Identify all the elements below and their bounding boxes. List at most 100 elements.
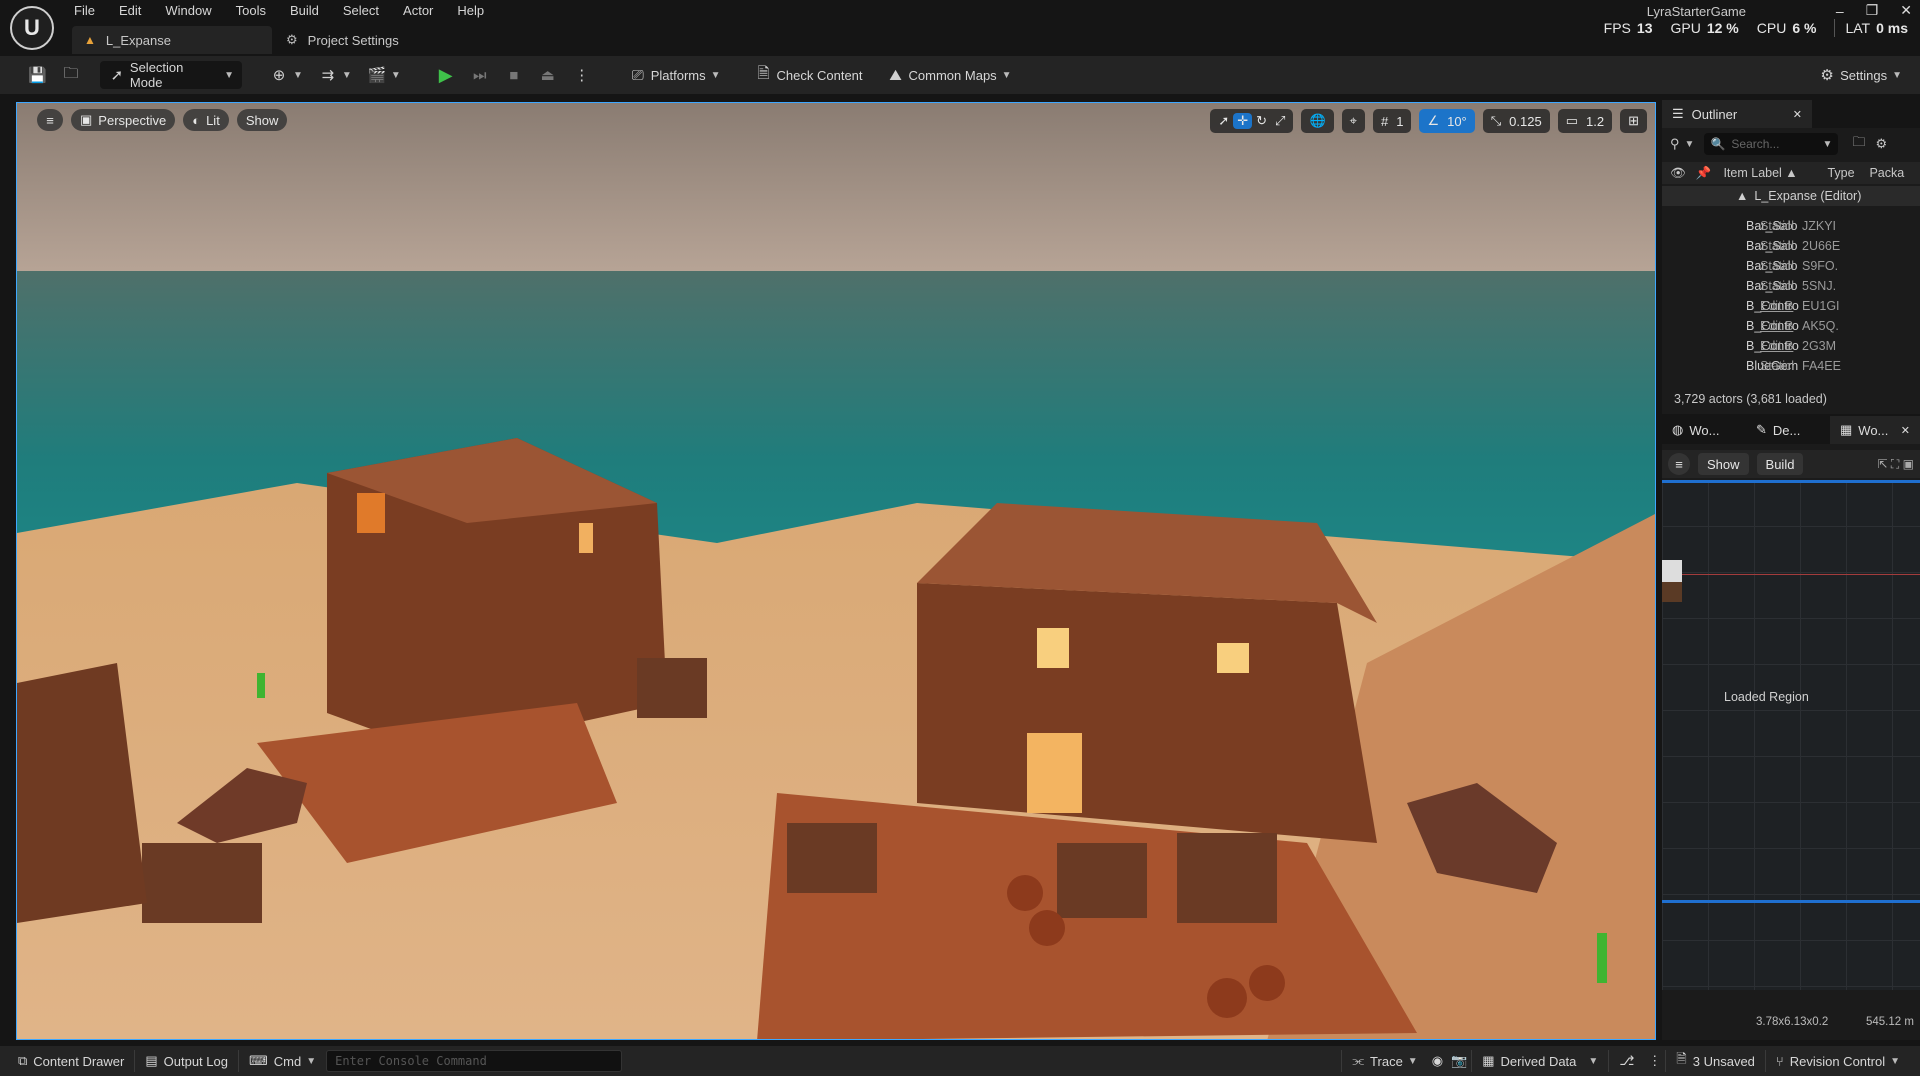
outliner-root-row[interactable]: ▲ L_Expanse (Editor) — [1662, 186, 1920, 206]
menu-select[interactable]: Select — [343, 0, 379, 22]
camera-speed[interactable]: ▭ 1.2 — [1557, 109, 1613, 133]
grid-snap[interactable]: #1 — [1372, 109, 1412, 133]
cmd-dropdown[interactable]: ⌨ Cmd ▼ — [239, 1046, 326, 1076]
source-control-button[interactable]: ⎇ — [1609, 1046, 1644, 1076]
chevron-down-icon[interactable]: ▼ — [1685, 139, 1695, 150]
level-tab[interactable]: ▲ L_Expanse — [72, 26, 272, 54]
tab-details[interactable]: ✎ De... — [1746, 416, 1830, 444]
wp-show-button[interactable]: Show — [1698, 453, 1749, 475]
level-viewport[interactable]: ≡ ▣ Perspective ◐ Lit Show ➚ ✛ ↻ ⤢ 🌐 ⌖ #1 … — [16, 102, 1656, 1040]
wp-build-button[interactable]: Build — [1756, 453, 1804, 475]
screenshot-button[interactable]: 📷 — [1447, 1046, 1471, 1076]
lit-button[interactable]: ◐ Lit — [183, 109, 229, 131]
output-log-button[interactable]: ▤ Output Log — [135, 1046, 238, 1076]
rotate-icon[interactable]: ↻ — [1252, 113, 1271, 129]
hamburger-icon[interactable]: ≡ — [1668, 453, 1690, 475]
revision-control-dropdown[interactable]: ⑂ Revision Control ▼ — [1766, 1046, 1910, 1076]
edit-blueprint-link[interactable]: Edit B — [1760, 339, 1802, 353]
show-button[interactable]: Show — [236, 109, 288, 131]
add-actor-button[interactable]: ⊕ ▼ — [262, 61, 311, 89]
menu-tools[interactable]: Tools — [236, 0, 266, 22]
scale-icon[interactable]: ⤢ — [1271, 113, 1289, 129]
wp-view-icons[interactable]: ⇱ ⛶ ▣ — [1878, 457, 1914, 472]
tab-label: Wo... — [1858, 422, 1889, 438]
settings-button[interactable]: ⚙ Settings ▼ — [1810, 61, 1910, 89]
maximize-viewport-button[interactable]: ⊞ — [1620, 109, 1647, 133]
list-item[interactable]: Bar_Salo Staticl JZKYI — [1662, 216, 1920, 236]
content-drawer-button[interactable]: ⧉ Content Drawer — [8, 1046, 134, 1076]
edit-blueprint-link[interactable]: Edit B — [1760, 319, 1802, 333]
menu-build[interactable]: Build — [290, 0, 319, 22]
wp-toolbar: ≡ Show Build ⇱ ⛶ ▣ — [1662, 450, 1920, 478]
move-icon[interactable]: ✛ — [1233, 113, 1253, 129]
blueprint-button[interactable]: ⇉ ▼ — [311, 61, 360, 89]
menu-file[interactable]: File — [74, 0, 95, 22]
eye-icon[interactable]: 👁 — [1670, 166, 1686, 181]
chevron-down-icon: ▼ — [710, 69, 721, 81]
trace-dropdown[interactable]: ⫘ Trace ▼ — [1342, 1046, 1427, 1076]
record-button[interactable]: ◉ — [1428, 1046, 1447, 1076]
pin-icon[interactable]: 📌 — [1696, 166, 1712, 181]
eject-button[interactable]: ⏏ — [531, 61, 565, 89]
transform-tools: ➚ ✛ ↻ ⤢ — [1210, 109, 1294, 133]
play-button[interactable]: ▶ — [429, 61, 463, 89]
selection-mode-dropdown[interactable]: ➚ Selection Mode ▼ — [100, 60, 242, 90]
save-button[interactable]: 💾 — [20, 61, 54, 89]
scene-render[interactable] — [17, 103, 1656, 1040]
unsaved-button[interactable]: 🗎 3 Unsaved — [1666, 1046, 1765, 1076]
console-input[interactable]: Enter Console Command — [326, 1050, 623, 1072]
maximize-icon[interactable]: ❐ — [1866, 2, 1879, 19]
angle-snap[interactable]: ∠ 10° — [1419, 109, 1475, 133]
derived-data-dropdown[interactable]: ▦ Derived Data ▼ — [1472, 1046, 1608, 1076]
list-item[interactable]: B_Contro Edit B AK5Q. — [1662, 316, 1920, 336]
cinematics-button[interactable]: 🎬 ▼ — [360, 61, 409, 89]
scale-snap[interactable]: ⤡ 0.125 — [1482, 109, 1550, 133]
common-maps-button[interactable]: ⛰ Common Maps ▼ — [879, 61, 1020, 89]
tab-world-settings[interactable]: ◍ Wo... — [1662, 416, 1746, 444]
globe-icon: ◍ — [1672, 422, 1684, 437]
search-input[interactable]: 🔍 Search... ▼ — [1704, 133, 1839, 155]
edit-blueprint-link[interactable]: Edit B — [1760, 299, 1802, 313]
perspective-button[interactable]: ▣ Perspective — [71, 109, 176, 131]
advance-frame-button[interactable]: ⏭ — [463, 61, 497, 89]
platforms-button[interactable]: ⎚ Platforms ▼ — [621, 61, 729, 89]
check-content-button[interactable]: 🗎 Check Content — [747, 61, 871, 89]
play-options-button[interactable]: ⋮ — [565, 61, 599, 89]
list-item[interactable]: Bar_Salo Staticl S9FO. — [1662, 256, 1920, 276]
unreal-logo-icon[interactable]: U — [10, 6, 54, 50]
select-arrow-icon[interactable]: ➚ — [1214, 113, 1233, 129]
close-icon[interactable]: ✕ — [1900, 2, 1912, 19]
gear-icon[interactable]: ⚙ — [1875, 136, 1887, 152]
tab-world-partition[interactable]: ▦ Wo... ✕ — [1830, 416, 1920, 444]
list-item[interactable]: B_Contro Edit B 2G3M — [1662, 336, 1920, 356]
col-type[interactable]: Type — [1827, 166, 1869, 180]
menu-window[interactable]: Window — [165, 0, 211, 22]
check-content-icon: 🗎 — [757, 64, 770, 82]
list-item[interactable]: Bar_Salo Staticl 5SNJ. — [1662, 276, 1920, 296]
world-partition-map[interactable]: Loaded Region — [1662, 480, 1920, 990]
browse-button[interactable]: 🗀 — [54, 61, 88, 89]
close-icon[interactable]: ✕ — [1901, 424, 1910, 437]
menu-edit[interactable]: Edit — [119, 0, 141, 22]
stop-button[interactable]: ■ — [497, 61, 531, 89]
minimize-icon[interactable]: – — [1836, 3, 1844, 19]
list-item[interactable]: BlueGem Staticl FA4EE — [1662, 356, 1920, 376]
col-package[interactable]: Packa — [1869, 166, 1904, 180]
list-item[interactable]: B_Contro Edit B EU1GI — [1662, 296, 1920, 316]
item-package: 2G3M — [1802, 339, 1837, 353]
outliner-tab[interactable]: ☰ Outliner ✕ — [1662, 100, 1812, 128]
viewport-menu-button[interactable]: ≡ — [37, 109, 63, 131]
surface-snap-toggle[interactable]: ⌖ — [1341, 109, 1365, 133]
menu-actor[interactable]: Actor — [403, 0, 433, 22]
filter-icon[interactable]: ⚲ — [1670, 136, 1680, 152]
menu-help[interactable]: Help — [457, 0, 484, 22]
add-folder-icon[interactable]: 🗀 — [1852, 133, 1865, 155]
chevron-down-icon: ▼ — [1892, 69, 1902, 81]
list-item[interactable]: Bar_Salo Staticl 2U66E — [1662, 236, 1920, 256]
col-item-label-text: Item Label — [1723, 166, 1782, 180]
col-item-label[interactable]: Item Label ▲ — [1723, 166, 1827, 180]
close-icon[interactable]: ✕ — [1793, 108, 1802, 121]
more-options-button[interactable]: ⋮ — [1644, 1046, 1665, 1076]
project-settings-tab[interactable]: ⚙ Project Settings — [286, 26, 399, 54]
world-local-toggle[interactable]: 🌐 — [1301, 109, 1334, 133]
